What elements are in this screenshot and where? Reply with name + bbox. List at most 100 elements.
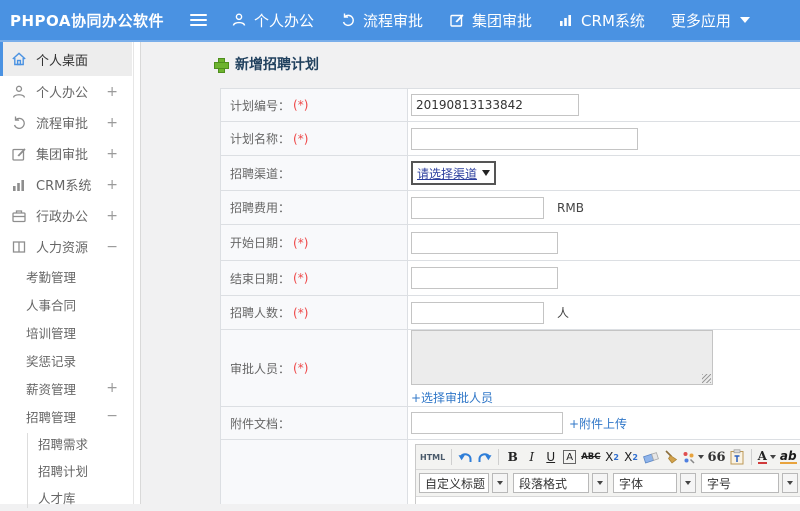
collapse-icon[interactable]: − — [106, 408, 118, 424]
sidebar-item-attendance[interactable]: 考勤管理 — [0, 262, 132, 290]
form-row-plan-name: 计划名称：(*) — [221, 122, 800, 156]
menu-toggle-icon[interactable] — [190, 14, 207, 26]
expand-icon[interactable]: + — [106, 115, 118, 131]
sidebar-item-crm[interactable]: CRM系统 + — [0, 169, 132, 200]
nav-workflow-approval[interactable]: 流程审批 — [340, 10, 423, 31]
sidebar-item-talent-pool[interactable]: 人才库 — [0, 484, 140, 511]
chart-icon — [11, 177, 27, 193]
caret-down-icon[interactable] — [782, 473, 798, 493]
required-marker: (*) — [293, 306, 308, 320]
quick-format-icon[interactable] — [681, 448, 705, 467]
format-brush-icon[interactable] — [662, 448, 679, 467]
font-color-button[interactable]: A — [757, 448, 777, 467]
expand-icon[interactable]: + — [106, 146, 118, 162]
approvers-textarea[interactable] — [411, 330, 713, 385]
html-source-button[interactable]: HTML — [419, 448, 446, 467]
field-label: 招聘人数： — [230, 304, 290, 321]
channel-select[interactable]: 请选择渠道 — [411, 161, 496, 185]
form-row-cost: 招聘费用： RMB — [221, 191, 800, 225]
expand-icon[interactable]: + — [106, 84, 118, 100]
redo-icon[interactable] — [476, 448, 493, 467]
strikethrough-button[interactable]: ABC — [580, 448, 601, 467]
upload-attachment-link[interactable]: +附件上传 — [569, 415, 627, 432]
subscript-button[interactable]: X2 — [623, 448, 640, 467]
font-family-combo[interactable]: 字体 — [613, 473, 677, 493]
sidebar-item-group-approval[interactable]: 集团审批 + — [0, 138, 132, 169]
plan-name-input[interactable] — [411, 128, 638, 150]
paragraph-format-combo[interactable]: 段落格式 — [513, 473, 589, 493]
required-marker: (*) — [293, 236, 308, 250]
caret-down-icon — [770, 455, 776, 459]
caret-down-icon — [698, 455, 704, 459]
form-row-headcount: 招聘人数：(*) 人 — [221, 296, 800, 330]
sidebar-item-personal-office[interactable]: 个人办公 + — [0, 76, 132, 107]
caret-down-icon[interactable] — [680, 473, 696, 493]
currency-suffix: RMB — [557, 201, 584, 215]
user-icon — [231, 12, 247, 28]
editor-content-area[interactable] — [416, 497, 800, 504]
field-label: 计划编号： — [230, 97, 290, 114]
sidebar-item-rewards[interactable]: 奖惩记录 — [0, 346, 132, 374]
nav-group-approval[interactable]: 集团审批 — [449, 10, 532, 31]
top-nav: 个人办公 流程审批 集团审批 CRM系统 更多应用 — [231, 10, 776, 31]
required-marker: (*) — [293, 271, 308, 285]
sidebar-item-training[interactable]: 培训管理 — [0, 318, 132, 346]
sidebar-item-admin-office[interactable]: 行政办公 + — [0, 200, 132, 231]
char-border-button[interactable]: A — [563, 450, 576, 464]
sidebar-item-recruit-mgmt[interactable]: 招聘管理 − — [0, 402, 132, 430]
top-navbar: PHPOA协同办公软件 个人办公 流程审批 集团审批 CRM系统 更多应用 — [0, 0, 800, 42]
form-row-attachment: 附件文档： +附件上传 — [221, 407, 800, 440]
font-size-combo[interactable]: 字号 — [701, 473, 779, 493]
select-approvers-link[interactable]: +选择审批人员 — [411, 389, 493, 406]
sidebar-item-hr[interactable]: 人力资源 − — [0, 231, 132, 262]
attachment-input[interactable] — [411, 412, 563, 434]
required-marker: (*) — [293, 361, 308, 375]
collapse-icon[interactable]: − — [106, 239, 118, 255]
heading-combo[interactable]: 自定义标题 — [419, 473, 489, 493]
book-icon — [11, 239, 27, 255]
caret-down-icon[interactable] — [592, 473, 608, 493]
nav-more-apps[interactable]: 更多应用 — [671, 10, 750, 31]
italic-button[interactable]: I — [523, 448, 540, 467]
sidebar-item-desktop[interactable]: 个人桌面 — [0, 42, 132, 76]
sidebar-item-workflow-approval[interactable]: 流程审批 + — [0, 107, 132, 138]
nav-personal-office[interactable]: 个人办公 — [231, 10, 314, 31]
form-row-start-date: 开始日期：(*) — [221, 225, 800, 261]
end-date-input[interactable] — [411, 267, 558, 289]
expand-icon[interactable]: + — [106, 208, 118, 224]
form-row-end-date: 结束日期：(*) — [221, 261, 800, 296]
blockquote-button[interactable]: 66 — [707, 448, 727, 467]
caret-down-icon — [740, 17, 750, 23]
field-label: 附件文档： — [230, 415, 290, 432]
sidebar-item-hr-contract[interactable]: 人事合同 — [0, 290, 132, 318]
underline-button[interactable]: U — [542, 448, 559, 467]
superscript-button[interactable]: X2 — [604, 448, 621, 467]
plan-number-input[interactable] — [411, 94, 579, 116]
sidebar-item-recruit-plan[interactable]: 招聘计划 — [0, 457, 140, 484]
nav-crm-system[interactable]: CRM系统 — [558, 10, 645, 31]
paste-as-text-icon[interactable] — [729, 448, 746, 467]
undo-icon[interactable] — [457, 448, 474, 467]
cost-input[interactable] — [411, 197, 544, 219]
process-icon — [340, 12, 356, 28]
bold-button[interactable]: B — [504, 448, 521, 467]
field-label: 招聘渠道： — [230, 165, 290, 182]
sidebar: 个人桌面 个人办公 + 流程审批 + 集团审批 + CRM系统 + 行政办公 +… — [0, 42, 141, 504]
start-date-input[interactable] — [411, 232, 558, 254]
richtext-editor: HTML B I U A ABC X2 X2 — [415, 444, 800, 504]
main-content: 新增招聘计划 计划编号： (*) 计划名称：(*) 招聘渠道： 请选择渠道 招聘费… — [141, 42, 800, 504]
expand-icon[interactable]: + — [106, 177, 118, 193]
page-title: 新增招聘计划 — [214, 54, 319, 74]
expand-icon[interactable]: + — [106, 380, 118, 396]
process-icon — [11, 115, 27, 131]
sidebar-item-recruit-demand[interactable]: 招聘需求 — [0, 430, 140, 457]
briefcase-icon — [11, 208, 27, 224]
editor-toolbar-row2: 自定义标题 段落格式 字体 字号 — [416, 470, 800, 497]
highlight-button[interactable]: ab — [779, 448, 800, 467]
caret-down-icon[interactable] — [492, 473, 508, 493]
edit-icon — [449, 12, 465, 28]
eraser-icon[interactable] — [642, 448, 660, 467]
sidebar-item-salary[interactable]: 薪资管理 + — [0, 374, 132, 402]
headcount-input[interactable] — [411, 302, 544, 324]
recruit-submenu: 招聘需求 招聘计划 人才库 — [0, 430, 140, 511]
